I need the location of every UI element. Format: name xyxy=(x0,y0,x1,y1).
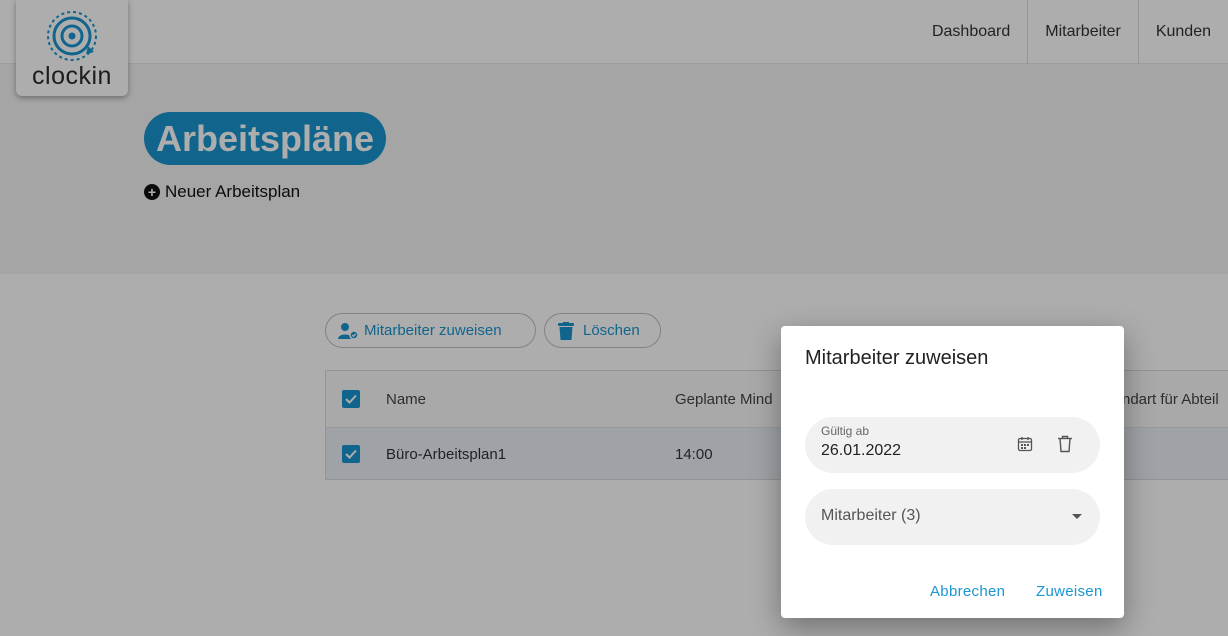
calendar-icon[interactable] xyxy=(1017,436,1033,452)
cancel-button[interactable]: Abbrechen xyxy=(930,583,1005,600)
valid-from-field[interactable]: Gültig ab 26.01.2022 xyxy=(805,417,1100,473)
valid-from-value[interactable]: 26.01.2022 xyxy=(821,442,901,460)
employee-select[interactable]: Mitarbeiter (3) xyxy=(805,489,1100,545)
clear-date-icon[interactable] xyxy=(1057,435,1073,453)
valid-from-label: Gültig ab xyxy=(821,424,870,438)
dialog-title: Mitarbeiter zuweisen xyxy=(805,347,989,369)
assign-employee-dialog: Mitarbeiter zuweisen Gültig ab 26.01.202… xyxy=(781,326,1124,618)
chevron-down-icon xyxy=(1072,514,1082,519)
employee-select-value: Mitarbeiter (3) xyxy=(821,507,921,524)
assign-button[interactable]: Zuweisen xyxy=(1036,583,1103,600)
